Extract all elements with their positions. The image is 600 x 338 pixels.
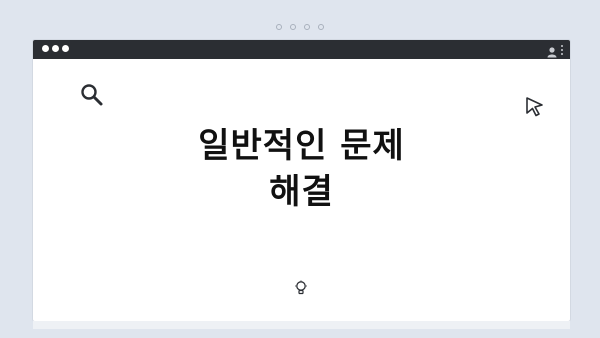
carousel-dots bbox=[0, 24, 600, 30]
browser-window: 일반적인 문제 해결 bbox=[33, 40, 570, 321]
user-icon[interactable] bbox=[547, 43, 557, 58]
magnifier-icon bbox=[80, 83, 106, 111]
window-control-dot[interactable] bbox=[62, 45, 69, 52]
titlebar-actions bbox=[547, 43, 564, 58]
window-control-dot[interactable] bbox=[52, 45, 59, 52]
carousel-dot[interactable] bbox=[304, 24, 310, 30]
lightbulb-icon bbox=[294, 280, 308, 300]
mouse-pointer-icon bbox=[524, 96, 546, 122]
window-control-dot[interactable] bbox=[42, 45, 49, 52]
window-bottom-bar bbox=[33, 321, 570, 329]
carousel-dot[interactable] bbox=[318, 24, 324, 30]
kebab-menu-icon[interactable] bbox=[561, 44, 564, 55]
window-titlebar bbox=[33, 40, 570, 59]
carousel-dot[interactable] bbox=[276, 24, 282, 30]
carousel-dot[interactable] bbox=[290, 24, 296, 30]
page-headline: 일반적인 문제 해결 bbox=[198, 126, 405, 212]
